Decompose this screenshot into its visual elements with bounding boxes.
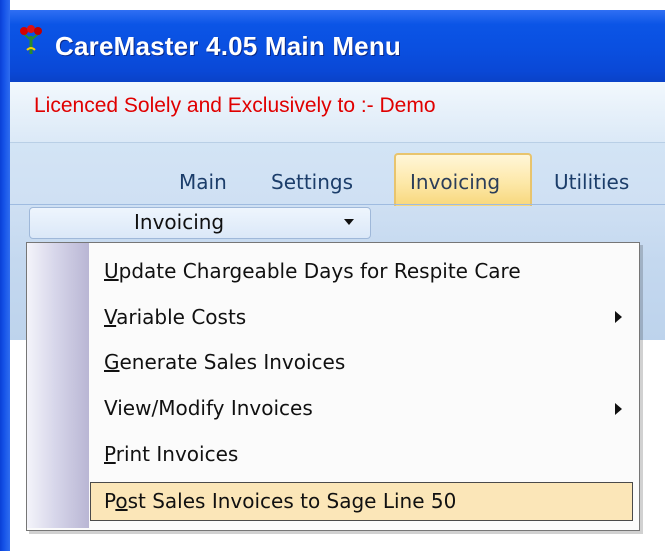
menu-item-label: Print Invoices <box>104 442 239 466</box>
chevron-down-icon <box>344 219 354 225</box>
submenu-arrow-icon <box>615 311 622 323</box>
window-title: CareMaster 4.05 Main Menu <box>55 31 402 61</box>
window-left-border <box>0 0 10 551</box>
tab-settings[interactable]: Settings <box>271 170 353 194</box>
invoicing-dropdown-label: Invoicing <box>134 210 225 234</box>
menu-item-label: Update Chargeable Days for Respite Care <box>104 259 521 283</box>
menu-item-label: Post Sales Invoices to Sage Line 50 <box>104 489 457 513</box>
ribbon-divider <box>10 204 665 205</box>
licence-text: Licenced Solely and Exclusively to :- De… <box>34 94 436 117</box>
main-window: CareMaster 4.05 Main Menu Licenced Solel… <box>0 0 665 551</box>
window-top-edge <box>0 0 665 10</box>
menu-item-label: Variable Costs <box>104 305 247 329</box>
tab-utilities[interactable]: Utilities <box>554 170 629 194</box>
flower-app-icon[interactable] <box>18 24 44 54</box>
menu-item-label: Generate Sales Invoices <box>104 350 346 374</box>
tab-main[interactable]: Main <box>179 170 227 194</box>
submenu-arrow-icon <box>615 403 622 415</box>
tab-invoicing[interactable]: Invoicing <box>410 170 500 194</box>
menu-item-label: View/Modify Invoices <box>104 396 313 420</box>
